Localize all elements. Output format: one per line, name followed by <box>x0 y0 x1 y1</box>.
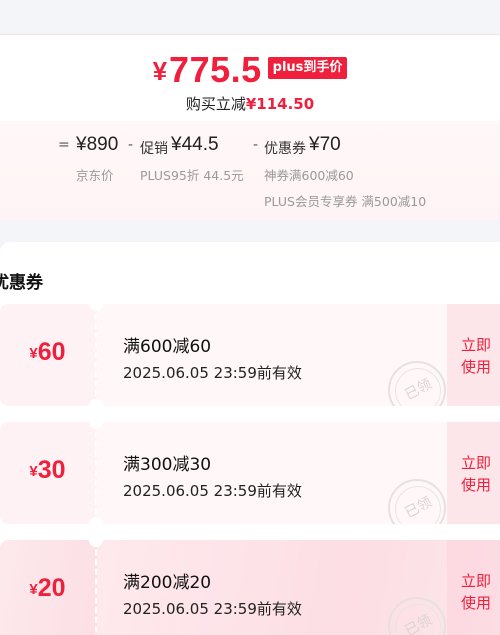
coupon-divider <box>95 422 97 524</box>
coupon-amount-area: ¥30 <box>0 422 95 524</box>
section-gap <box>0 220 500 242</box>
promo-label: 促销 <box>140 141 168 157</box>
plus-price-tag: plus到手价 <box>267 57 348 79</box>
coupon-condition: 满200减20 <box>123 573 212 593</box>
coupon-detail-2: PLUS会员专享券 满500减10 <box>264 194 427 209</box>
instant-discount: 购买立减¥114.50 <box>0 93 500 114</box>
claimed-stamp-text: 已领 <box>402 376 435 404</box>
coupon-amount: ¥20 <box>0 574 95 603</box>
coupon-amount: ¥60 <box>0 338 95 367</box>
claimed-stamp-text: 已领 <box>402 612 435 635</box>
currency-symbol: ¥ <box>152 56 168 86</box>
coupon-notch <box>89 517 103 524</box>
coupon-condition: 满300减30 <box>123 455 212 475</box>
coupon-card: ¥30 满300减30 2025.06.05 23:59前有效 已领 立即使用 <box>0 422 500 524</box>
coupon-label: 优惠券 <box>264 141 306 157</box>
use-now-button[interactable]: 立即使用 <box>461 334 495 378</box>
coupon-action-area[interactable]: 立即使用 <box>447 304 500 406</box>
coupon-validity: 2025.06.05 23:59前有效 <box>123 600 302 618</box>
promo-detail: PLUS95折 44.5元 <box>140 168 244 183</box>
claimed-stamp-text: 已领 <box>402 494 435 522</box>
price-breakdown: = ¥890 京东价 - 促销 ¥44.5 PLUS95折 44.5元 - 优惠… <box>0 121 500 221</box>
price-card: ¥775.5 plus到手价 购买立减¥114.50 = ¥890 京东价 - 促… <box>0 34 500 221</box>
final-price: ¥775.5 <box>153 49 262 91</box>
coupon-condition: 满600减60 <box>123 337 212 357</box>
instant-discount-amount: ¥114.50 <box>245 95 315 113</box>
coupon-amount-value: 30 <box>37 456 66 484</box>
coupon-validity: 2025.06.05 23:59前有效 <box>123 482 302 500</box>
coupon-amount-area: ¥20 <box>0 540 95 635</box>
coupon-amount-area: ¥60 <box>0 304 95 406</box>
coupon-value: ¥70 <box>309 134 341 155</box>
coupon-action-area[interactable]: 立即使用 <box>447 422 500 524</box>
price-summary: ¥775.5 plus到手价 购买立减¥114.50 <box>0 35 500 121</box>
instant-discount-label: 购买立减 <box>185 95 246 113</box>
jd-price-value: ¥890 <box>76 134 119 155</box>
coupon-card: ¥20 满200减20 2025.06.05 23:59前有效 已领 立即使用 <box>0 540 500 635</box>
equals-sign: = <box>58 137 70 153</box>
coupon-amount-value: 60 <box>37 338 66 366</box>
coupon-divider <box>95 540 97 635</box>
currency-symbol: ¥ <box>29 581 38 598</box>
coupon-validity: 2025.06.05 23:59前有效 <box>123 364 302 382</box>
use-now-button[interactable]: 立即使用 <box>461 570 495 614</box>
coupon-card: ¥60 满600减60 2025.06.05 23:59前有效 已领 立即使用 <box>0 304 500 406</box>
coupon-amount: ¥30 <box>0 456 95 485</box>
final-price-value: 775.5 <box>169 49 262 90</box>
use-now-button[interactable]: 立即使用 <box>461 452 495 496</box>
minus-sign: - <box>253 137 259 153</box>
coupon-notch <box>89 399 103 406</box>
minus-sign: - <box>128 137 134 153</box>
coupon-divider <box>95 304 97 406</box>
coupon-section-title: 优惠券 <box>0 273 43 293</box>
coupon-action-area[interactable]: 立即使用 <box>447 540 500 635</box>
currency-symbol: ¥ <box>29 345 38 362</box>
promo-value: ¥44.5 <box>171 134 219 155</box>
coupon-detail-1: 神券满600减60 <box>264 168 354 183</box>
coupon-amount-value: 20 <box>37 574 66 602</box>
coupon-section: 优惠券 ¥60 满600减60 2025.06.05 23:59前有效 已领 立… <box>0 242 500 635</box>
currency-symbol: ¥ <box>29 463 38 480</box>
final-price-row: ¥775.5 plus到手价 <box>0 49 500 91</box>
jd-price-label: 京东价 <box>76 168 114 183</box>
